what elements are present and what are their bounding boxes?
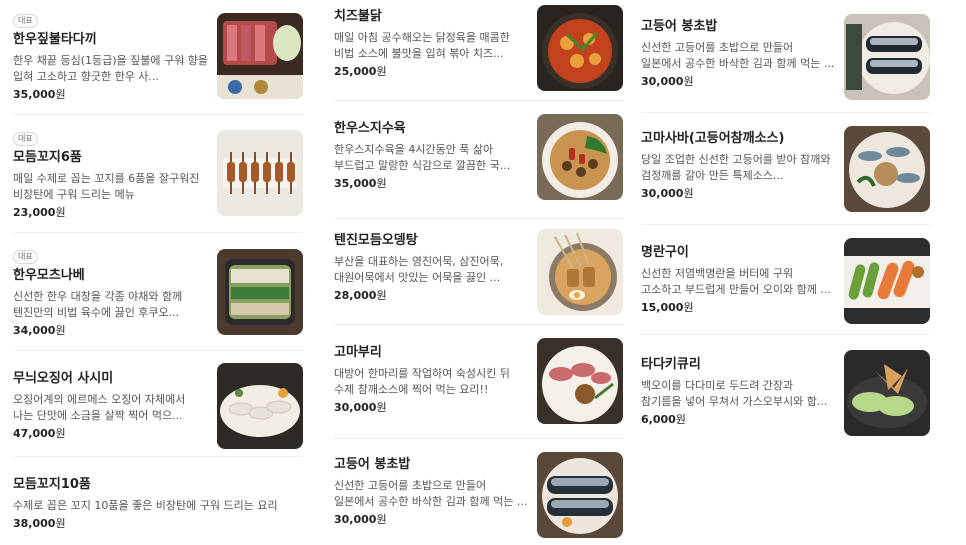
menu-item-name: 고등어 봉초밥 — [641, 19, 718, 34]
menu-item-description: 한우스지수육을 4시간동안 푹 삶아 부드럽고 말랑한 식감으로 깔끔한 국..… — [334, 143, 511, 172]
row-divider — [334, 324, 624, 325]
row-divider — [334, 438, 624, 439]
menu-item-text: 대표 모듬꼬지6품 매일 수제로 꼽는 꼬지를 6품을 잘구워진 비장탄에 구워… — [13, 126, 209, 220]
menu-item-name: 고마사바(고등어참깨소스) — [641, 131, 785, 146]
menu-item-price: 30,000원 — [334, 513, 387, 526]
menu-item-description: 백오이를 다다미로 두드려 간장과 참기름을 넣어 무쳐서 가스오부시와 함..… — [641, 379, 828, 408]
menu-item-text: 모듬꼬지10품 수제로 꼽은 꼬지 10품을 좋은 비장탄에 구워 드리는 요리… — [13, 476, 303, 531]
menu-item-price: 23,000원 — [13, 206, 66, 219]
row-divider — [13, 232, 303, 233]
menu-item-price: 47,000원 — [13, 427, 66, 440]
menu-item-text: 대표 한우짚불타다끼 한우 채끝 등심(1등급)을 짚불에 구워 향을 입혀 고… — [13, 8, 209, 102]
menu-item-name: 고마부리 — [334, 345, 382, 360]
menu-item-text: 고마사바(고등어참깨소스) 당일 조업한 신선한 고등어를 받아 참깨와 검정깨… — [641, 130, 837, 201]
menu-item-text: 대표 한우모츠나베 신선한 한우 대창을 각종 야채와 함께 텐진만의 비법 육… — [13, 244, 209, 338]
menu-item-price: 15,000원 — [641, 301, 694, 314]
menu-item-text: 명란구이 신선한 저염백명란을 버터에 구워 고소하고 부드럽게 만들어 오이와… — [641, 244, 837, 315]
menu-item-photo[interactable] — [537, 114, 623, 200]
menu-item-name: 모듬꼬지6품 — [13, 150, 82, 165]
signature-badge: 대표 — [13, 132, 38, 146]
menu-item-photo[interactable] — [844, 238, 930, 324]
menu-item-description: 수제로 꼽은 꼬지 10품을 좋은 비장탄에 구워 드리는 요리 — [13, 499, 278, 512]
menu-item-description: 신선한 고등어를 초밥으로 만들어 일본에서 공수한 바삭한 김과 함께 먹는 … — [641, 41, 835, 70]
menu-item-description: 신선한 고등어를 초밥으로 만들어 일본에서 공수한 바삭한 김과 함께 먹는 … — [334, 479, 528, 508]
menu-item-price: 35,000원 — [13, 88, 66, 101]
row-divider — [641, 224, 931, 225]
menu-item-text: 고등어 봉초밥 신선한 고등어를 초밥으로 만들어 일본에서 공수한 바삭한 김… — [641, 18, 837, 89]
menu-item-description: 신선한 저염백명란을 버터에 구워 고소하고 부드럽게 만들어 오이와 함께 .… — [641, 267, 831, 296]
menu-item-description: 매일 아침 공수해오는 닭정육을 매콤한 비법 소스에 불맛을 입혀 볶아 치즈… — [334, 31, 510, 60]
row-divider — [641, 112, 931, 113]
menu-item-photo[interactable] — [537, 5, 623, 91]
menu-item-photo[interactable] — [844, 126, 930, 212]
menu-item-price: 30,000원 — [641, 187, 694, 200]
menu-item-photo[interactable] — [844, 350, 930, 436]
menu-item-name: 무늬오징어 사시미 — [13, 371, 114, 386]
signature-badge: 대표 — [13, 14, 38, 28]
menu-item-price: 30,000원 — [334, 401, 387, 414]
menu-item-name: 텐진모듬오뎅탕 — [334, 233, 418, 248]
menu-item-price: 28,000원 — [334, 289, 387, 302]
row-divider — [13, 350, 303, 351]
menu-item-price: 35,000원 — [334, 177, 387, 190]
menu-item-description: 부산을 대표하는 영진어묵, 삼진어묵, 대원어묵에서 맛있는 어묵을 끓인 .… — [334, 255, 504, 284]
menu-item-name: 모듬꼬지10품 — [13, 477, 91, 492]
menu-item-name: 한우스지수육 — [334, 121, 406, 136]
menu-item-photo[interactable] — [537, 452, 623, 538]
menu-item-description: 신선한 한우 대창을 각종 야채와 함께 텐진만의 비법 육수에 끓인 후쿠오.… — [13, 290, 183, 319]
menu-item-description: 오징어계의 에르메스 오징어 자체에서 나는 단맛에 소금을 살짝 찍어 먹으.… — [13, 393, 186, 422]
menu-item-description: 한우 채끝 등심(1등급)을 짚불에 구워 향을 입혀 고소하고 향긋한 한우 … — [13, 54, 208, 83]
menu-item-text: 고등어 봉초밥 신선한 고등어를 초밥으로 만들어 일본에서 공수한 바삭한 김… — [334, 456, 530, 527]
menu-item-description: 매일 수제로 꼽는 꼬지를 6품을 잘구워진 비장탄에 구워 드리는 메뉴 — [13, 172, 200, 201]
menu-item-name: 타다키큐리 — [641, 357, 701, 372]
menu-item-photo[interactable] — [217, 363, 303, 449]
signature-badge: 대표 — [13, 250, 38, 264]
menu-item-name: 한우모츠나베 — [13, 268, 85, 283]
menu-item-price: 38,000원 — [13, 517, 66, 530]
menu-item-text: 타다키큐리 백오이를 다다미로 두드려 간장과 참기름을 넣어 무쳐서 가스오부… — [641, 356, 837, 427]
menu-item-description: 당일 조업한 신선한 고등어를 받아 참깨와 검정깨를 갈아 만든 특제소스..… — [641, 153, 831, 182]
row-divider — [334, 100, 624, 101]
menu-item-name: 한우짚불타다끼 — [13, 32, 97, 47]
menu-item-name: 명란구이 — [641, 245, 689, 260]
menu-item-text: 무늬오징어 사시미 오징어계의 에르메스 오징어 자체에서 나는 단맛에 소금을… — [13, 370, 209, 441]
menu-item-description: 대방어 한마리를 작업하여 숙성시킨 뒤 수제 참깨소스에 찍어 먹는 요리!! — [334, 367, 510, 396]
menu-item-price: 34,000원 — [13, 324, 66, 337]
row-divider — [13, 456, 303, 457]
menu-item-price: 30,000원 — [641, 75, 694, 88]
menu-item-name: 치즈불닭 — [334, 9, 382, 24]
row-divider — [334, 218, 624, 219]
row-divider — [641, 334, 931, 335]
menu-item-photo[interactable] — [217, 130, 303, 216]
menu-item-text: 한우스지수육 한우스지수육을 4시간동안 푹 삶아 부드럽고 말랑한 식감으로 … — [334, 120, 530, 191]
menu-item-price: 25,000원 — [334, 65, 387, 78]
menu-item-price: 6,000원 — [641, 413, 686, 426]
menu-item-photo[interactable] — [537, 229, 623, 315]
menu-item-photo[interactable] — [217, 249, 303, 335]
row-divider — [13, 114, 303, 115]
menu-item-photo[interactable] — [844, 14, 930, 100]
menu-item-text: 치즈불닭 매일 아침 공수해오는 닭정육을 매콤한 비법 소스에 불맛을 입혀 … — [334, 8, 530, 79]
menu-item-photo[interactable] — [217, 13, 303, 99]
menu-item-photo[interactable] — [537, 338, 623, 424]
menu-item-text: 고마부리 대방어 한마리를 작업하여 숙성시킨 뒤 수제 참깨소스에 찍어 먹는… — [334, 344, 530, 415]
menu-item-text: 텐진모듬오뎅탕 부산을 대표하는 영진어묵, 삼진어묵, 대원어묵에서 맛있는 … — [334, 232, 530, 303]
menu-item-name: 고등어 봉초밥 — [334, 457, 411, 472]
